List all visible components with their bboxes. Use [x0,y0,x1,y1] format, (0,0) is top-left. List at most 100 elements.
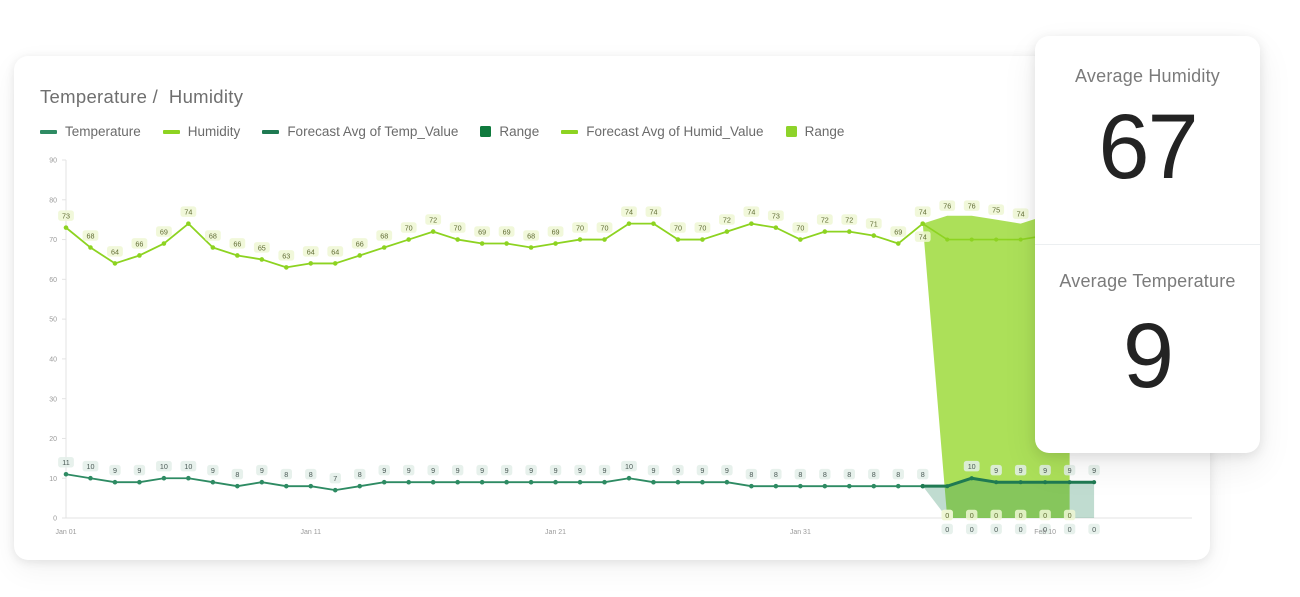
humidity-data-label: 74 [649,208,657,217]
temperature-point [700,480,705,485]
temperature-point [308,484,313,489]
legend-range-temp[interactable]: Range [480,124,539,139]
humidity-forecast-boundary-label: 74 [919,233,927,242]
humidity-forecast-zero-label: 0 [945,511,949,520]
temperature-data-label: 9 [480,466,484,475]
temperature-point [798,484,803,489]
temperature-data-label: 8 [284,470,288,479]
temperature-data-label: 10 [184,462,192,471]
temperature-data-label: 9 [211,466,215,475]
temperature-point [553,480,558,485]
temperature-forecast-point [970,476,974,480]
humidity-forecast-upper-label: 76 [943,202,951,211]
legend-square-icon [786,126,797,137]
legend-label: Range [805,124,845,139]
humidity-forecast-lower-label: 0 [970,511,974,520]
humidity-data-label: 72 [723,216,731,225]
temperature-forecast-zero-label: 0 [945,525,949,534]
humidity-point [529,245,534,250]
humidity-data-label: 74 [184,208,192,217]
temperature-data-label: 8 [847,470,851,479]
temperature-forecast-upper-label: 9 [1043,466,1047,475]
temperature-forecast-upper-label: 9 [1092,466,1096,475]
temperature-forecast-lower-label: 0 [970,525,974,534]
humidity-point [455,237,460,242]
humidity-forecast-lower-label: 0 [994,511,998,520]
humidity-data-label: 70 [405,224,413,233]
chart-card: Temperature / Humidity TemperatureHumidi… [14,56,1210,560]
kpi-average-temperature[interactable]: Average Temperature 9 [1035,244,1260,453]
legend-label: Temperature [65,124,141,139]
temperature-data-label: 9 [382,466,386,475]
humidity-point [504,241,509,246]
humidity-point [700,237,705,242]
humidity-data-label: 70 [698,224,706,233]
humidity-forecast-point [921,222,925,226]
temperature-forecast-upper-label: 10 [968,462,976,471]
humidity-forecast-point [945,237,949,241]
humidity-data-label: 69 [160,228,168,237]
temperature-data-label: 8 [358,470,362,479]
y-axis-tick-label: 70 [49,237,57,244]
temperature-point [651,480,656,485]
kpi-average-humidity[interactable]: Average Humidity 67 [1035,36,1260,244]
legend-temperature[interactable]: Temperature [40,124,141,139]
temperature-point [504,480,509,485]
temperature-data-label: 9 [260,466,264,475]
humidity-data-label: 66 [233,239,241,248]
legend-humidity[interactable]: Humidity [163,124,241,139]
legend-forecast-humid[interactable]: Forecast Avg of Humid_Value [561,124,763,139]
temperature-point [676,480,681,485]
humidity-data-label: 73 [62,212,70,221]
legend-line-icon [163,130,180,134]
humidity-data-label: 74 [625,208,633,217]
legend-line-icon [40,130,57,134]
humidity-point [725,229,730,234]
humidity-point [627,221,632,226]
legend-range-humid[interactable]: Range [786,124,845,139]
humidity-point [137,253,142,258]
humidity-point [651,221,656,226]
humidity-data-label: 70 [601,224,609,233]
temperature-line [66,474,923,490]
temperature-data-label: 9 [700,466,704,475]
temperature-data-label: 8 [235,470,239,479]
humidity-data-label: 70 [576,224,584,233]
kpi-humidity-value: 67 [1098,101,1196,193]
humidity-data-label: 72 [845,216,853,225]
humidity-data-label: 68 [86,232,94,241]
temperature-forecast-point [945,484,949,488]
humidity-point [211,245,216,250]
legend-line-icon [262,130,279,134]
temperature-point [357,484,362,489]
temperature-data-label: 8 [774,470,778,479]
legend-forecast-temp[interactable]: Forecast Avg of Temp_Value [262,124,458,139]
humidity-forecast-lower-label: 0 [1068,511,1072,520]
temperature-point [774,484,779,489]
temperature-forecast-point [994,480,998,484]
humidity-data-label: 72 [429,216,437,225]
humidity-data-label: 70 [454,224,462,233]
humidity-point [431,229,436,234]
humidity-point [88,245,93,250]
temperature-data-label: 8 [872,470,876,479]
humidity-point [749,221,754,226]
y-axis-tick-label: 50 [49,317,57,324]
temperature-data-label: 9 [137,466,141,475]
x-axis-tick-label: Feb 10 [1034,529,1056,536]
temperature-point [186,476,191,481]
temperature-point [529,480,534,485]
humidity-point [64,225,69,230]
humidity-data-label: 70 [674,224,682,233]
humidity-data-label: 71 [870,220,878,229]
y-axis-tick-label: 40 [49,356,57,363]
x-axis-tick-label: Jan 11 [301,529,322,536]
humidity-data-label: 69 [503,228,511,237]
humidity-data-label: 66 [135,239,143,248]
humidity-point [260,257,265,262]
temperature-data-label: 9 [113,466,117,475]
dashboard-root: Temperature / Humidity TemperatureHumidi… [0,0,1300,597]
humidity-point [896,241,901,246]
humidity-point [357,253,362,258]
temperature-point [627,476,632,481]
